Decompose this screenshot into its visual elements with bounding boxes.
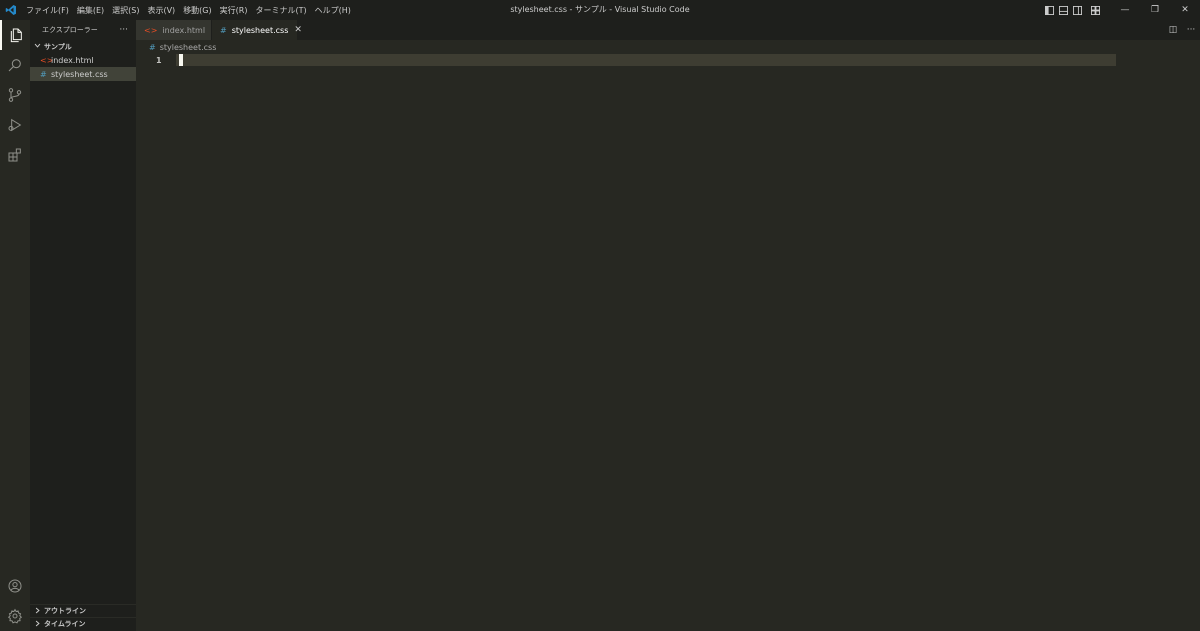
chevron-right-icon [34, 620, 41, 629]
search-icon[interactable] [0, 50, 30, 80]
split-editor-icon[interactable]: ◫ [1164, 25, 1182, 35]
text-cursor [179, 54, 183, 66]
explorer-header: エクスプローラー ··· [30, 20, 136, 40]
tab-label: index.html [162, 25, 206, 35]
breadcrumb-label: stylesheet.css [159, 42, 217, 52]
more-actions-icon[interactable]: ··· [1182, 25, 1200, 35]
source-control-icon[interactable] [0, 80, 30, 110]
toggle-secondary-sidebar-icon[interactable] [1070, 0, 1084, 20]
vscode-logo-icon [0, 0, 22, 20]
breadcrumb[interactable]: # stylesheet.css [136, 40, 216, 54]
folder-label: サンプル [44, 42, 72, 51]
file-item-index-html[interactable]: <> index.html [30, 53, 136, 67]
run-debug-icon[interactable] [0, 110, 30, 140]
timeline-label: タイムライン [44, 620, 86, 628]
tab-label: stylesheet.css [231, 25, 289, 35]
outline-section[interactable]: アウトライン [30, 604, 136, 617]
css-file-icon: # [40, 69, 47, 79]
close-button[interactable]: ✕ [1170, 0, 1200, 20]
html-file-icon: <> [144, 25, 158, 35]
code-editor[interactable]: 1 [136, 54, 1200, 631]
title-bar: ファイル(F) 編集(E) 選択(S) 表示(V) 移動(G) 実行(R) ター… [0, 0, 1200, 20]
toggle-panel-icon[interactable] [1056, 0, 1070, 20]
menu-bar: ファイル(F) 編集(E) 選択(S) 表示(V) 移動(G) 実行(R) ター… [22, 5, 355, 16]
menu-view[interactable]: 表示(V) [143, 5, 179, 16]
file-item-stylesheet-css[interactable]: # stylesheet.css [30, 67, 136, 81]
outline-label: アウトライン [44, 607, 86, 615]
menu-go[interactable]: 移動(G) [179, 5, 215, 16]
tab-stylesheet-css[interactable]: # stylesheet.css ✕ [212, 20, 302, 40]
minimize-button[interactable]: — [1110, 0, 1140, 20]
editor-tabs: <> index.html # stylesheet.css ✕ ◫ ··· [136, 20, 1200, 40]
menu-terminal[interactable]: ターミナル(T) [251, 5, 310, 16]
editor-actions: ◫ ··· [1164, 20, 1200, 40]
current-line-highlight [176, 54, 1116, 66]
line-number: 1 [156, 56, 162, 65]
explorer-sidebar: エクスプローラー ··· サンプル <> index.html # styles… [30, 20, 136, 631]
files-icon[interactable] [0, 20, 30, 50]
restore-button[interactable]: ❐ [1140, 0, 1170, 20]
css-file-icon: # [220, 25, 227, 35]
account-icon[interactable] [0, 571, 30, 601]
menu-file[interactable]: ファイル(F) [22, 5, 73, 16]
title-right-controls: — ❐ ✕ [1042, 0, 1200, 20]
menu-help[interactable]: ヘルプ(H) [311, 5, 355, 16]
css-file-icon: # [149, 42, 156, 52]
chevron-down-icon [34, 42, 41, 51]
explorer-title: エクスプローラー [42, 26, 98, 34]
menu-selection[interactable]: 選択(S) [108, 5, 143, 16]
extensions-icon[interactable] [0, 140, 30, 170]
menu-edit[interactable]: 編集(E) [73, 5, 108, 16]
file-label: stylesheet.css [51, 69, 108, 79]
file-label: index.html [51, 55, 94, 65]
customize-layout-icon[interactable] [1088, 0, 1102, 20]
settings-gear-icon[interactable] [0, 601, 30, 631]
more-actions-icon[interactable]: ··· [119, 25, 128, 35]
timeline-section[interactable]: タイムライン [30, 617, 136, 630]
chevron-right-icon [34, 607, 41, 616]
toggle-primary-sidebar-icon[interactable] [1042, 0, 1056, 20]
html-file-icon: <> [40, 55, 54, 65]
close-tab-icon[interactable]: ✕ [294, 25, 302, 35]
workspace-folder[interactable]: サンプル [30, 40, 136, 53]
menu-run[interactable]: 実行(R) [216, 5, 252, 16]
tab-index-html[interactable]: <> index.html [136, 20, 212, 40]
activity-bar [0, 20, 30, 631]
